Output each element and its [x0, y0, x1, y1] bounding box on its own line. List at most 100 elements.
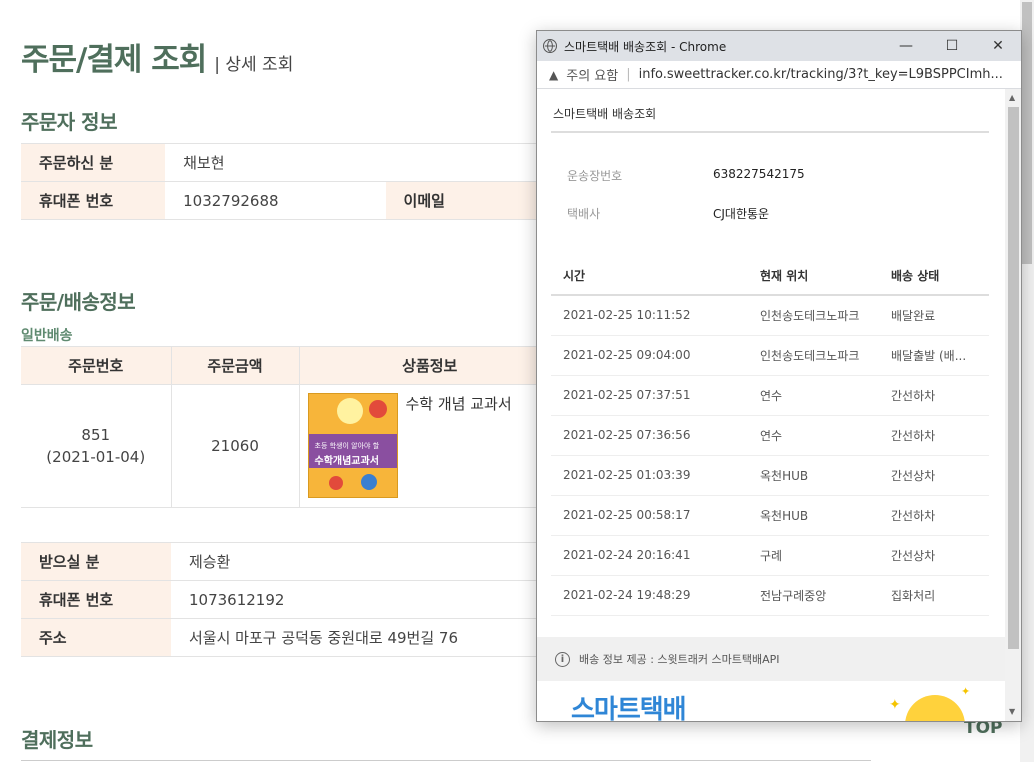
popup-scrollbar-thumb[interactable] — [1008, 107, 1019, 649]
order-number: 851 — [81, 426, 111, 444]
table-row: 2021-02-24 19:48:29 전남구례중앙 집화처리 — [551, 575, 989, 616]
row-location: 연수 — [748, 415, 879, 456]
orderer-email-label: 이메일 — [385, 181, 543, 220]
location-column-header: 현재 위치 — [748, 257, 879, 296]
carrier-label: 택배사 — [567, 207, 601, 221]
page-title-sub: | 상세 조회 — [214, 55, 294, 75]
row-time: 2021-02-25 00:58:17 — [551, 495, 748, 536]
popup-titlebar[interactable]: 스마트택배 배송조회 - Chrome — ☐ ✕ — [537, 31, 1021, 61]
row-status: 집화처리 — [879, 575, 989, 616]
receiver-info-table: 받으실 분 제승환 휴대폰 번호 1073612192 주소 서울시 마포구 공… — [21, 542, 561, 657]
row-status: 배달완료 — [879, 295, 989, 336]
smart-taekbae-banner[interactable]: 스마트택배 ✦ ✦ — [537, 681, 1005, 722]
row-time: 2021-02-24 19:48:29 — [551, 575, 748, 616]
product-info-header: 상품정보 — [299, 346, 561, 385]
table-row: 2021-02-25 07:37:51 연수 간선하차 — [551, 375, 989, 416]
banner-brand-logo: 스마트택배 — [571, 695, 687, 722]
page-scrollbar-thumb[interactable] — [1022, 2, 1032, 264]
page-scrollbar[interactable] — [1020, 0, 1034, 762]
maximize-button[interactable]: ☐ — [929, 31, 975, 61]
row-location: 옥천HUB — [748, 455, 879, 496]
row-time: 2021-02-25 01:03:39 — [551, 455, 748, 496]
receiver-phone-label: 휴대폰 번호 — [21, 580, 171, 619]
orderer-info-table: 주문하신 분 채보현 휴대폰 번호 1032792688 이메일 — [21, 143, 561, 220]
receiver-address-value: 서울시 마포구 공덕동 중원대로 49번길 76 — [171, 618, 561, 657]
scroll-down-arrow-icon[interactable]: ▼ — [1009, 707, 1015, 716]
invoice-label: 운송장번호 — [567, 169, 623, 183]
row-location: 구례 — [748, 535, 879, 576]
shipping-section-title: 주문/배송정보 — [21, 290, 136, 314]
row-time: 2021-02-25 07:36:56 — [551, 415, 748, 456]
table-row: 2021-02-25 00:58:17 옥천HUB 간선하차 — [551, 495, 989, 536]
security-warning-text[interactable]: 주의 요함 — [566, 65, 618, 84]
status-column-header: 배송 상태 — [879, 257, 989, 296]
row-location: 전남구례중앙 — [748, 575, 879, 616]
orderer-phone-value: 1032792688 — [165, 181, 386, 220]
table-row: 2021-02-25 10:11:52 인천송도테크노파크 배달완료 — [551, 295, 989, 336]
orderer-phone-label: 휴대폰 번호 — [21, 181, 166, 220]
receiver-name-value: 제승환 — [171, 542, 561, 581]
tracking-table: 시간 현재 위치 배송 상태 2021-02-25 10:11:52 인천송도테… — [551, 257, 989, 616]
close-button[interactable]: ✕ — [975, 31, 1021, 61]
info-icon: i — [555, 651, 570, 667]
order-no-header: 주문번호 — [21, 346, 172, 385]
row-status: 간선상차 — [879, 535, 989, 576]
product-info-cell: 초등 학생이 알아야 할 수학개념교과서 수학 개념 교과서 — [299, 384, 561, 508]
table-row: 2021-02-25 01:03:39 옥천HUB 간선상차 — [551, 455, 989, 496]
address-bar[interactable]: ▲ 주의 요함 | info.sweettracker.co.kr/tracki… — [537, 61, 1021, 89]
receiver-name-label: 받으실 분 — [21, 542, 171, 581]
popup-scrollbar[interactable]: ▲ ▼ — [1005, 89, 1021, 721]
row-status: 간선하차 — [879, 415, 989, 456]
receiver-phone-value: 1073612192 — [171, 580, 561, 619]
warning-triangle-icon[interactable]: ▲ — [549, 68, 558, 82]
scroll-up-arrow-icon[interactable]: ▲ — [1009, 93, 1015, 102]
row-status: 간선하차 — [879, 495, 989, 536]
row-status: 간선상차 — [879, 455, 989, 496]
table-row: 2021-02-24 20:16:41 구례 간선상차 — [551, 535, 989, 576]
page-title: 주문/결제 조회 | 상세 조회 — [21, 34, 293, 79]
sparkle-icon: ✦ — [889, 697, 901, 713]
order-date: (2021-01-04) — [46, 448, 146, 466]
order-no-cell: 851 (2021-01-04) — [21, 384, 172, 508]
provider-text: 배송 정보 제공 : 스윗트래커 스마트택배API — [579, 653, 780, 666]
orderer-name-label: 주문하신 분 — [21, 143, 166, 182]
row-location: 옥천HUB — [748, 495, 879, 536]
receiver-address-label: 주소 — [21, 618, 171, 657]
tracking-content: 스마트택배 배송조회 운송장번호 638227542175 택배사 CJ대한통운… — [537, 89, 1005, 722]
row-time: 2021-02-25 07:37:51 — [551, 375, 748, 416]
payment-section-title: 결제정보 — [21, 728, 93, 752]
orderer-name-value: 채보현 — [165, 143, 561, 182]
heading-divider — [551, 131, 989, 133]
order-table: 주문번호 주문금액 상품정보 851 (2021-01-04) 21060 초등… — [21, 346, 561, 508]
time-column-header: 시간 — [551, 257, 748, 296]
mascot-image — [905, 695, 965, 721]
row-time: 2021-02-25 10:11:52 — [551, 295, 748, 336]
order-amount: 21060 — [171, 384, 300, 508]
row-status: 배달출발 (배... — [879, 335, 989, 376]
globe-icon — [543, 39, 557, 53]
sparkle-icon: ✦ — [961, 685, 971, 698]
popup-window-title: 스마트택배 배송조회 - Chrome — [564, 39, 727, 54]
tracking-heading: 스마트택배 배송조회 — [553, 107, 657, 121]
minimize-button[interactable]: — — [883, 31, 929, 61]
row-time: 2021-02-24 20:16:41 — [551, 535, 748, 576]
url-text[interactable]: info.sweettracker.co.kr/tracking/3?t_key… — [639, 67, 1003, 82]
provider-notice: i 배송 정보 제공 : 스윗트래커 스마트택배API — [537, 637, 1005, 681]
order-amount-header: 주문금액 — [171, 346, 300, 385]
row-location: 인천송도테크노파크 — [748, 295, 879, 336]
book-cover-image[interactable]: 초등 학생이 알아야 할 수학개념교과서 — [307, 393, 398, 498]
row-location: 인천송도테크노파크 — [748, 335, 879, 376]
orderer-section-title: 주문자 정보 — [21, 110, 117, 134]
row-status: 간선하차 — [879, 375, 989, 416]
tracking-popup-window: 스마트택배 배송조회 - Chrome — ☐ ✕ ▲ 주의 요함 | info… — [536, 30, 1022, 722]
product-name[interactable]: 수학 개념 교과서 — [406, 393, 512, 414]
address-separator: | — [626, 67, 631, 82]
row-time: 2021-02-25 09:04:00 — [551, 335, 748, 376]
invoice-value: 638227542175 — [713, 167, 805, 181]
page-title-main: 주문/결제 조회 — [21, 42, 207, 78]
table-row: 2021-02-25 07:36:56 연수 간선하차 — [551, 415, 989, 456]
divider — [21, 760, 871, 761]
table-row: 2021-02-25 09:04:00 인천송도테크노파크 배달출발 (배... — [551, 335, 989, 376]
row-location: 연수 — [748, 375, 879, 416]
carrier-value: CJ대한통운 — [713, 207, 770, 221]
